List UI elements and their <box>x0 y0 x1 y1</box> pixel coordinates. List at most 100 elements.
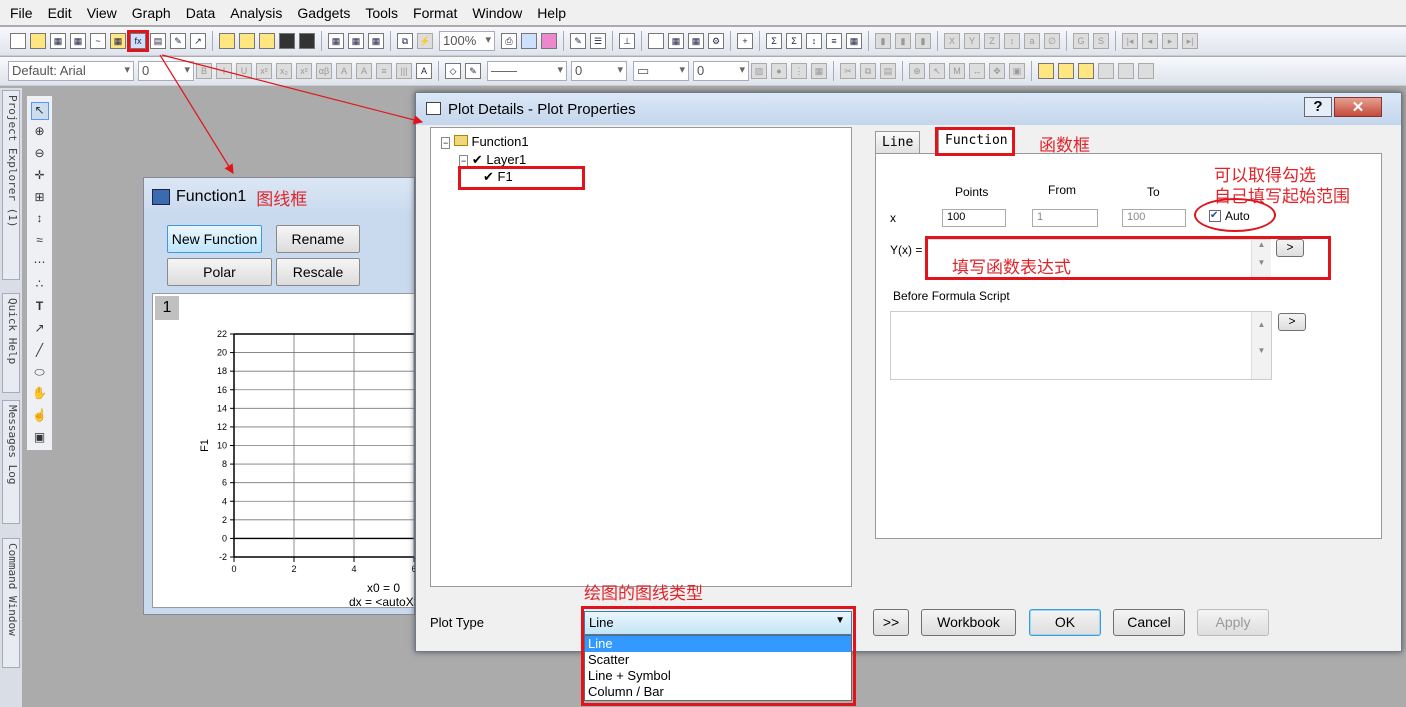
line-width-combo[interactable]: 0 <box>571 61 627 81</box>
save-icon[interactable] <box>279 33 295 49</box>
italic-icon[interactable]: I <box>216 63 232 79</box>
ellipse-tool-icon[interactable]: ⬭ <box>31 365 49 383</box>
new-graph-icon[interactable]: ~ <box>90 33 106 49</box>
to-input[interactable]: 100 <box>1122 209 1186 227</box>
script-builder-button[interactable]: > <box>1278 313 1306 331</box>
next-icon[interactable]: ▸ <box>1162 33 1178 49</box>
last-icon[interactable]: ▸| <box>1182 33 1198 49</box>
open-icon[interactable] <box>219 33 235 49</box>
sum-icon[interactable]: Σ <box>766 33 782 49</box>
tool-2-icon[interactable] <box>1058 63 1074 79</box>
ok-button[interactable]: OK <box>1029 609 1101 636</box>
tree-node-function1[interactable]: − Function1 <box>441 134 529 149</box>
menu-tools[interactable]: Tools <box>365 5 398 21</box>
line-color-icon[interactable]: ✎ <box>465 63 481 79</box>
close-button[interactable]: ✕ <box>1334 97 1382 117</box>
line-tool-icon[interactable]: ╱ <box>31 343 49 361</box>
menu-gadgets[interactable]: Gadgets <box>297 5 350 21</box>
tool-6-icon[interactable] <box>1138 63 1154 79</box>
menu-file[interactable]: File <box>10 5 33 21</box>
set-values-icon[interactable]: ≡ <box>826 33 842 49</box>
slideshow-icon[interactable] <box>521 33 537 49</box>
line-style-combo[interactable]: —— <box>487 61 567 81</box>
zoom-in-tool-icon[interactable]: ⊕ <box>31 124 49 142</box>
grid-icon[interactable]: ⋮ <box>791 63 807 79</box>
data-selector-icon[interactable]: ↕ <box>31 211 49 229</box>
font-color-icon[interactable]: A <box>416 63 432 79</box>
window-icon[interactable]: ☰ <box>590 33 606 49</box>
command-window-icon[interactable]: ▦ <box>688 33 704 49</box>
tab-command-window[interactable]: Command Window <box>2 538 20 668</box>
set-error-icon[interactable]: ↕ <box>1004 33 1020 49</box>
import-wizard-icon[interactable]: ▦ <box>328 33 344 49</box>
open-excel-icon[interactable] <box>259 33 275 49</box>
first-icon[interactable]: |◂ <box>1122 33 1138 49</box>
results-log-icon[interactable] <box>648 33 664 49</box>
collapse-icon[interactable]: − <box>441 137 451 149</box>
scale-in-icon[interactable]: ⊕ <box>909 63 925 79</box>
new-notes-icon[interactable]: ✎ <box>170 33 186 49</box>
before-script-input[interactable] <box>890 311 1272 380</box>
menu-window[interactable]: Window <box>472 5 522 21</box>
arrow-tool-icon[interactable]: ↗ <box>31 321 49 339</box>
new-function-plot-icon[interactable]: ↗ <box>190 33 206 49</box>
check-icon[interactable]: ✔ <box>472 152 483 167</box>
workbook-button[interactable]: Workbook <box>921 609 1016 636</box>
tab-messages-log[interactable]: Messages Log <box>2 400 20 524</box>
previous-icon[interactable]: ◂ <box>1142 33 1158 49</box>
menu-data[interactable]: Data <box>186 5 216 21</box>
data-reader-icon[interactable]: ⊞ <box>31 190 49 208</box>
tool-5-icon[interactable] <box>1118 63 1134 79</box>
superscript-icon[interactable]: x² <box>256 63 272 79</box>
font-size-combo[interactable]: 0 <box>138 61 194 81</box>
font-combo[interactable]: Default: Arial <box>8 61 134 81</box>
hand-tool-icon[interactable]: ✋ <box>31 386 49 404</box>
yx-builder-button[interactable]: > <box>1276 239 1304 257</box>
scatter-tool-icon[interactable]: ∴ <box>31 277 49 295</box>
supersubscript-icon[interactable]: x² <box>296 63 312 79</box>
new-project-icon[interactable] <box>10 33 26 49</box>
underline-icon[interactable]: U <box>236 63 252 79</box>
move-icon[interactable]: ✥ <box>989 63 1005 79</box>
border-combo[interactable]: ▭ <box>633 61 689 81</box>
polar-button[interactable]: Polar <box>167 258 272 286</box>
more-button[interactable]: >> <box>873 609 909 636</box>
save-template-icon[interactable] <box>299 33 315 49</box>
points-input[interactable]: 100 <box>942 209 1006 227</box>
rescale-button[interactable]: Rescale <box>276 258 360 286</box>
print-icon[interactable]: ⎙ <box>501 33 517 49</box>
duplicate-icon[interactable]: ⧉ <box>397 33 413 49</box>
from-input[interactable]: 1 <box>1032 209 1098 227</box>
pointer-tool-icon[interactable]: ↖ <box>30 102 49 120</box>
new-excel-icon[interactable]: ▦ <box>70 33 86 49</box>
set-y-icon[interactable]: Y <box>964 33 980 49</box>
set-x-icon[interactable]: X <box>944 33 960 49</box>
region-icon[interactable]: ⋯ <box>31 255 49 273</box>
decrease-font-icon[interactable]: A <box>356 63 372 79</box>
hand2-tool-icon[interactable]: ☝ <box>31 408 49 426</box>
bar-chart-icon[interactable]: ▮ <box>875 33 891 49</box>
menu-help[interactable]: Help <box>537 5 566 21</box>
menu-view[interactable]: View <box>87 5 117 21</box>
new-matrix-icon[interactable]: ▦ <box>110 33 126 49</box>
tab-quick-help[interactable]: Quick Help <box>2 293 20 393</box>
project-explorer-icon[interactable]: ⊥ <box>619 33 635 49</box>
recalculate-icon[interactable]: ⚡ <box>417 33 433 49</box>
tool-3-icon[interactable] <box>1078 63 1094 79</box>
text-tool-icon[interactable]: T <box>31 299 49 317</box>
set-z-icon[interactable]: Z <box>984 33 1000 49</box>
pattern-icon[interactable]: ||| <box>396 63 412 79</box>
cancel-button[interactable]: Cancel <box>1113 609 1185 636</box>
greek-icon[interactable]: αβ <box>316 63 332 79</box>
zoom-out-tool-icon[interactable]: ⊖ <box>31 146 49 164</box>
copy-icon[interactable]: ⧉ <box>860 63 876 79</box>
paste-icon[interactable]: ▤ <box>880 63 896 79</box>
fill-icon[interactable]: ▦ <box>846 33 862 49</box>
export-icon[interactable] <box>541 33 557 49</box>
cut-icon[interactable]: ✂ <box>840 63 856 79</box>
new-workbook-icon[interactable]: ▦ <box>50 33 66 49</box>
new-layout-icon[interactable]: ▤ <box>150 33 166 49</box>
group-icon[interactable]: G <box>1073 33 1089 49</box>
bold-icon[interactable]: B <box>196 63 212 79</box>
tool-4-icon[interactable] <box>1098 63 1114 79</box>
